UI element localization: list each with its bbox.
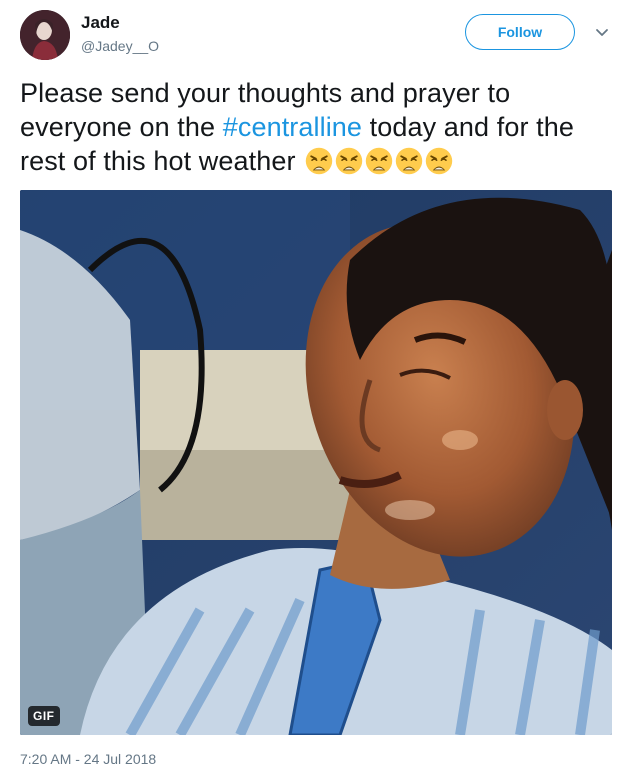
gif-badge: GIF <box>28 706 60 726</box>
avatar[interactable] <box>20 10 70 60</box>
follow-button[interactable]: Follow <box>465 14 575 50</box>
user-handle[interactable]: @Jadey__O <box>81 38 159 54</box>
weary-face-emoji-icon <box>305 147 333 175</box>
hashtag-link[interactable]: #centralline <box>223 112 362 142</box>
profile-photo-icon <box>20 10 70 60</box>
man-sweating-gif-image <box>20 190 612 735</box>
display-name[interactable]: Jade <box>81 13 120 33</box>
chevron-down-icon[interactable] <box>594 24 610 40</box>
weary-face-emoji-icon <box>395 147 423 175</box>
tweet-card: Jade @Jadey__O Follow Please send your t… <box>0 0 634 775</box>
emoji-group <box>303 146 453 176</box>
weary-face-emoji-icon <box>425 147 453 175</box>
weary-face-emoji-icon <box>335 147 363 175</box>
tweet-timestamp[interactable]: 7:20 AM - 24 Jul 2018 <box>20 751 156 767</box>
weary-face-emoji-icon <box>365 147 393 175</box>
media-gif[interactable]: GIF <box>20 190 612 735</box>
tweet-text: Please send your thoughts and prayer to … <box>20 76 616 178</box>
